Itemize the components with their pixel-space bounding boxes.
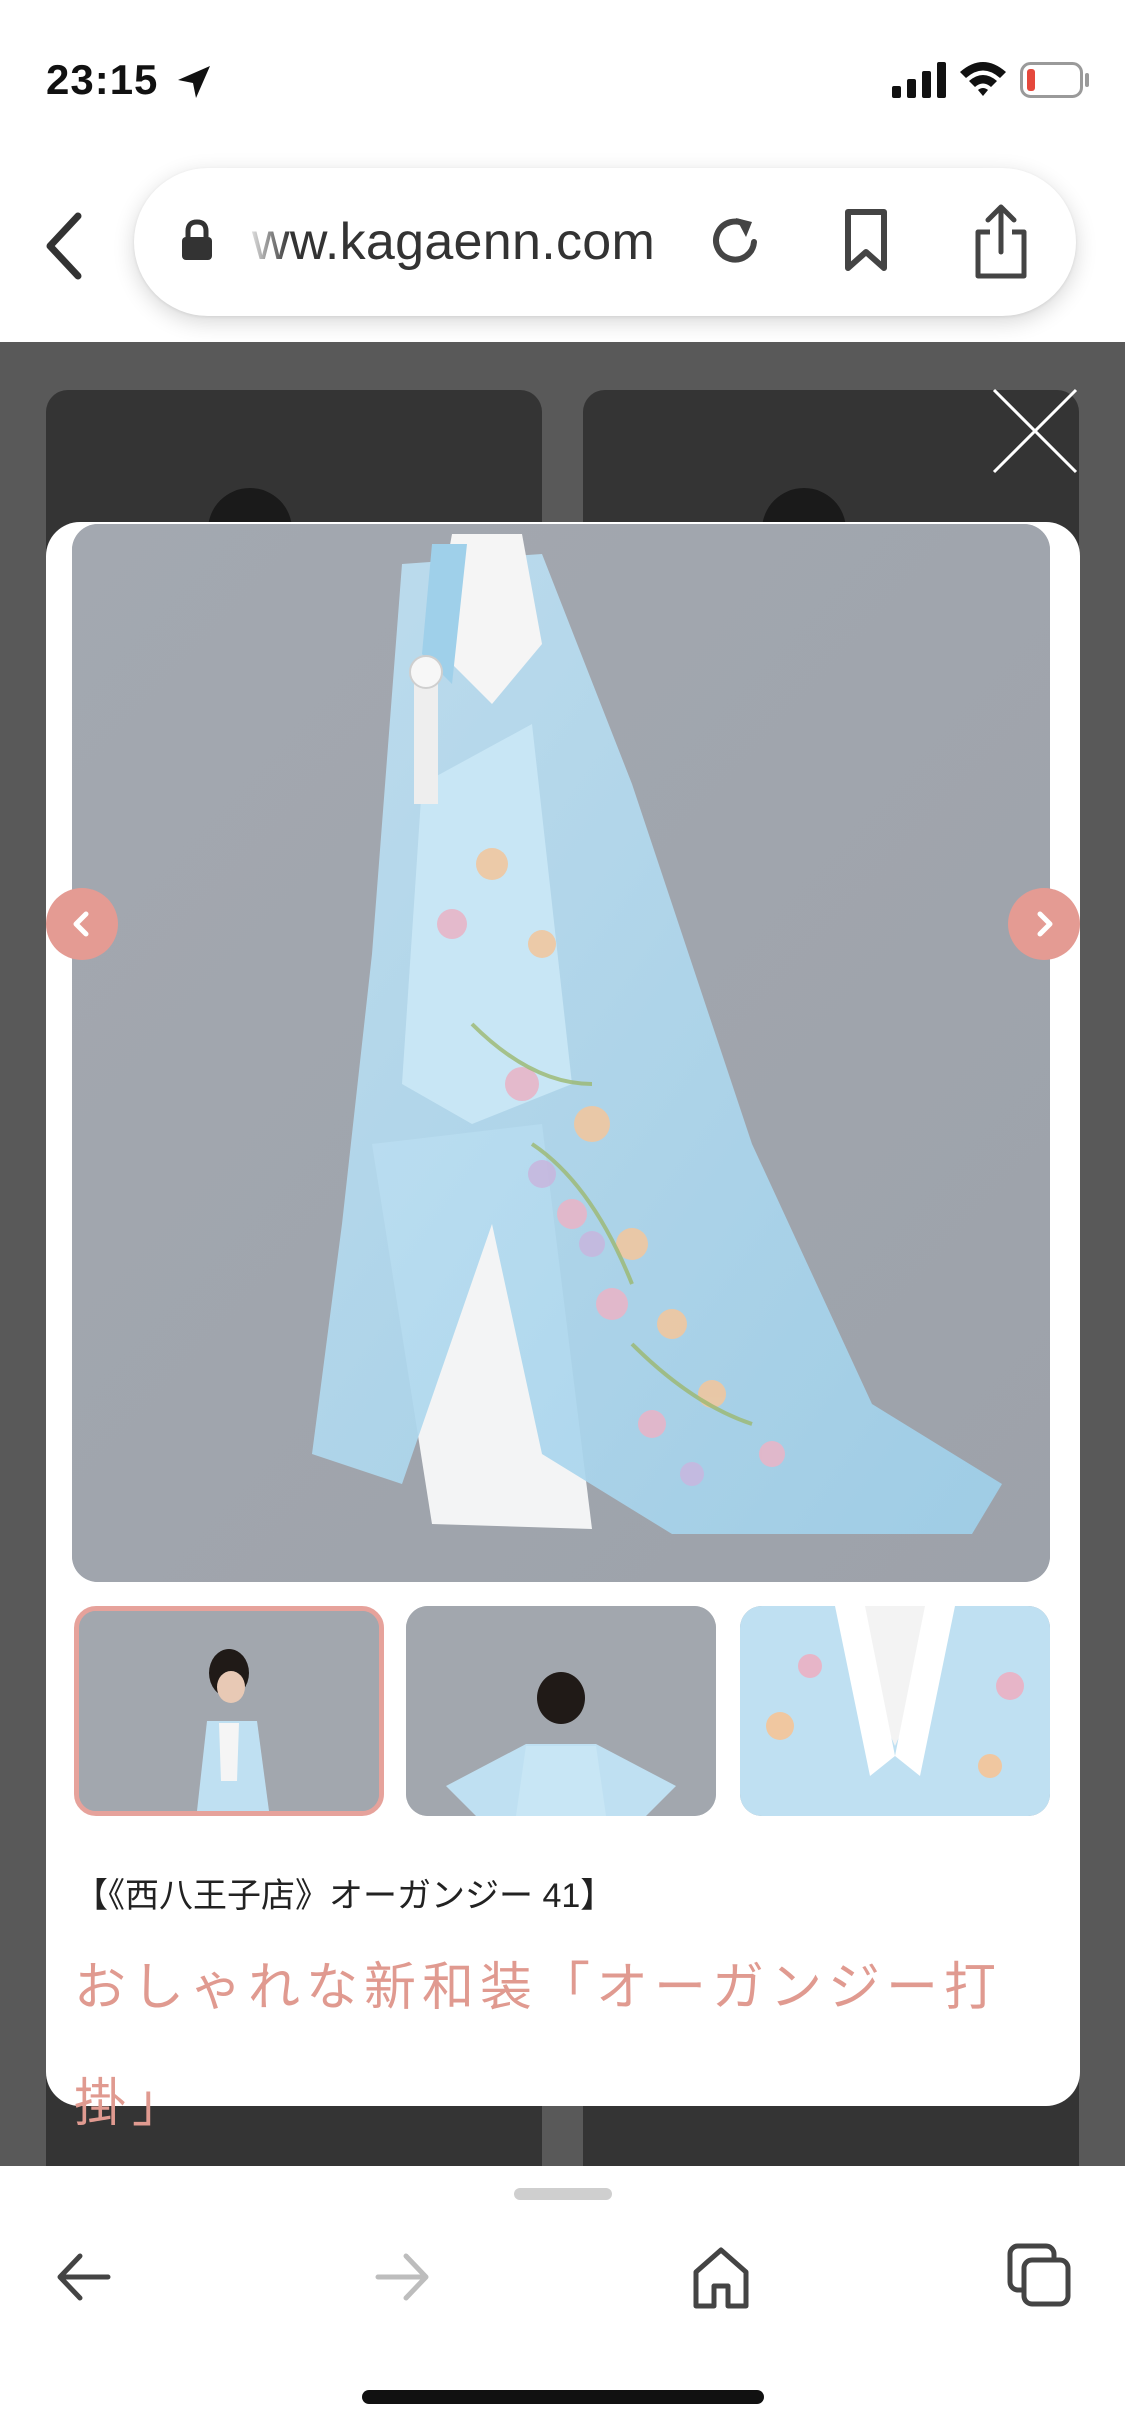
address-bar[interactable]: ww.kagaenn.com [134, 168, 1076, 316]
tabs-icon[interactable] [1006, 2242, 1072, 2312]
thumbnail-back-view[interactable] [406, 1606, 716, 1816]
bookmark-icon[interactable] [840, 208, 892, 272]
thumbnail-side-view[interactable] [74, 1606, 384, 1816]
product-caption: 【《西八王子店》オーガンジー 41】 [74, 1877, 615, 1915]
headline-line-1: おしゃれな新和装「オーガンジー打 [74, 1958, 1003, 2018]
reload-icon[interactable] [706, 212, 764, 270]
battery-low-icon [1020, 62, 1089, 98]
lock-icon [182, 219, 212, 260]
thumbnail-collar-closeup[interactable] [740, 1606, 1050, 1816]
thumbnail-image [406, 1606, 716, 1816]
back-chevron-icon[interactable] [40, 208, 90, 284]
thumbnail-image [740, 1606, 1050, 1816]
cellular-signal-icon [892, 62, 946, 98]
sheet-grabber[interactable] [514, 2188, 612, 2200]
share-icon[interactable] [972, 202, 1030, 280]
back-arrow-icon[interactable] [52, 2242, 114, 2312]
url-text[interactable]: ww.kagaenn.com [252, 212, 655, 272]
close-x-icon[interactable] [990, 386, 1080, 476]
chevron-left-icon [73, 911, 89, 937]
next-image-button[interactable] [1008, 888, 1080, 960]
main-kimono-photo [72, 524, 1050, 1582]
product-headline: おしゃれな新和装「オーガンジー打 掛」 [74, 1930, 1054, 2162]
chevron-right-icon [1037, 911, 1053, 937]
status-bar: 23:15 [0, 0, 1125, 150]
home-indicator[interactable] [362, 2390, 764, 2404]
thumbnail-image [79, 1611, 379, 1811]
home-icon[interactable] [690, 2242, 752, 2312]
browser-address-area: ww.kagaenn.com [0, 150, 1125, 342]
kimono-illustration [72, 524, 1050, 1582]
wifi-icon [960, 62, 1006, 96]
location-arrow-icon [178, 66, 210, 98]
previous-image-button[interactable] [46, 888, 118, 960]
url-fade [244, 202, 290, 282]
forward-arrow-icon[interactable] [372, 2242, 434, 2312]
status-time: 23:15 [46, 56, 159, 103]
headline-line-2: 掛」 [74, 2074, 191, 2134]
